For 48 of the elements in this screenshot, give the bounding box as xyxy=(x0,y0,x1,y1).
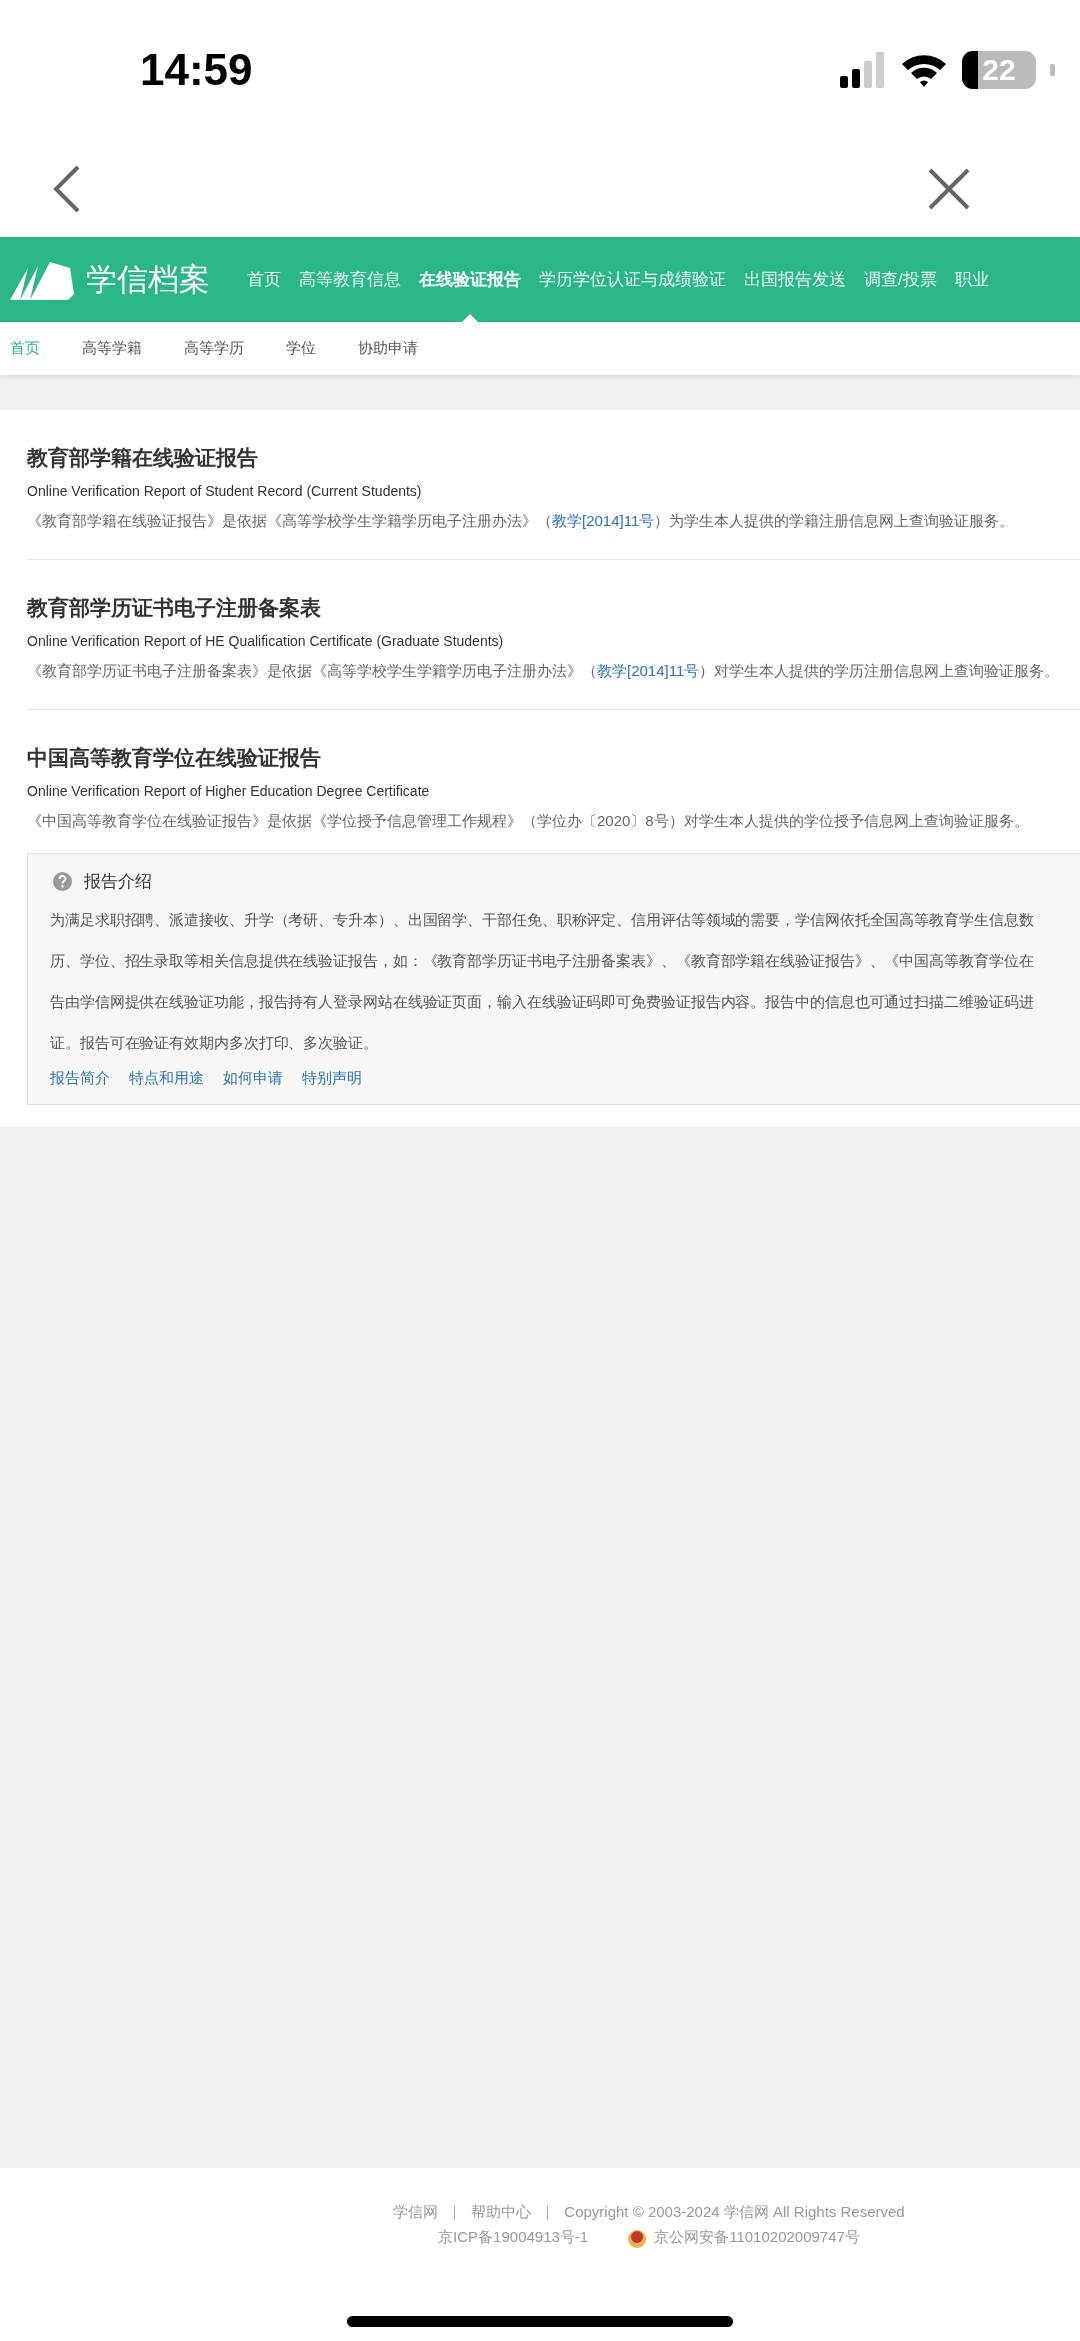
police-record-link[interactable]: 京公网安备11010202009747号 xyxy=(654,2228,860,2247)
sub-nav-tab[interactable]: 高等学历 xyxy=(184,339,244,358)
sub-nav-tab[interactable]: 学位 xyxy=(286,339,316,358)
nav-tab[interactable]: 学历学位认证与成绩验证 xyxy=(530,237,735,322)
report-subtitle: Online Verification Report of Student Record (Current Students) xyxy=(27,483,423,499)
report-title[interactable]: 中国高等教育学位在线验证报告 xyxy=(27,744,1080,772)
report-title[interactable]: 教育部学历证书电子注册备案表 xyxy=(27,594,1080,622)
footer-link[interactable]: 学信网 xyxy=(393,2203,439,2222)
help-icon xyxy=(53,872,72,891)
signal-icon xyxy=(840,52,886,88)
sub-nav-tab[interactable]: 高等学籍 xyxy=(82,339,142,358)
report-description: 《中国高等教育学位在线验证报告》是依据《学位授予信息管理工作规程》（学位办〔2020〕8号）对学生本人提供的学位授予信息网上查询验证服务。 xyxy=(27,812,1030,831)
intro-text-line: 为满足求职招聘、派遣接收、升学（考研、专升本）、出国留学、干部任免、职称评定、信用评估等领域的需要，学信网依托全国高等教育学生信息数 xyxy=(50,910,1035,930)
report-description: 《教育部学籍在线验证报告》是依据《高等学校学生学籍学历电子注册办法》（教学[2014]11号）为学生本人提供的学籍注册信息网上查询验证服务。 xyxy=(27,512,1016,531)
intro-link[interactable]: 如何申请 xyxy=(223,1069,283,1088)
nav-tab[interactable]: 高等教育信息 xyxy=(290,237,410,322)
close-icon[interactable] xyxy=(928,167,970,210)
intro-link[interactable]: 报告简介 xyxy=(50,1069,110,1088)
report-subtitle: Online Verification Report of HE Qualification Certificate (Graduate Students) xyxy=(27,633,505,649)
nav-tab[interactable]: 出国报告发送 xyxy=(735,237,855,322)
nav-tab[interactable]: 在线验证报告 xyxy=(410,237,530,322)
sub-nav-tab[interactable]: 首页 xyxy=(10,339,40,358)
wifi-icon xyxy=(900,52,948,88)
logo-icon xyxy=(10,259,74,300)
intro-title: 报告介绍 xyxy=(84,871,152,893)
back-icon[interactable] xyxy=(52,164,82,213)
nav-tab[interactable]: 首页 xyxy=(238,237,290,322)
report-description: 《教育部学历证书电子注册备案表》是依据《高等学校学生学籍学历电子注册办法》（教学[2014]11号）对学生本人提供的学历注册信息网上查询验证服务。 xyxy=(27,662,1061,681)
intro-link[interactable]: 特点和用途 xyxy=(129,1069,204,1088)
battery-cap-icon xyxy=(1050,64,1055,76)
copyright-text: Copyright © 2003-2024 学信网 All Rights Reserved xyxy=(564,2203,905,2222)
intro-text-line: 证。报告可在验证有效期内多次打印、多次验证。 xyxy=(50,1033,379,1053)
nav-tab[interactable]: 职业 xyxy=(945,237,998,322)
intro-link[interactable]: 特别声明 xyxy=(302,1069,362,1088)
sub-nav-tab[interactable]: 协助申请 xyxy=(358,339,418,358)
icp-link[interactable]: 京ICP备19004913号-1 xyxy=(438,2228,589,2247)
document-link[interactable]: 教学[2014]11号 xyxy=(597,662,700,679)
site-logo[interactable]: 学信档案 xyxy=(86,258,210,301)
battery-icon: 22 xyxy=(962,51,1036,89)
document-link[interactable]: 教学[2014]11号 xyxy=(552,512,655,529)
report-subtitle: Online Verification Report of Higher Education Degree Certificate xyxy=(27,783,431,799)
clock-time: 14:59 xyxy=(140,45,254,95)
nav-tab[interactable]: 调查/投票 xyxy=(855,237,946,322)
intro-text-line: 告由学信网提供在线验证功能，报告持有人登录网站在线验证页面，输入在线验证码即可免费验证报告内容。报告中的信息也可通过扫描二维验证码进 xyxy=(50,992,1035,1012)
intro-text-line: 历、学位、招生录取等相关信息提供在线验证报告，如：《教育部学历证书电子注册备案表》、《教育部学籍在线验证报告》、《中国高等教育学位在 xyxy=(50,951,1035,971)
report-title[interactable]: 教育部学籍在线验证报告 xyxy=(27,444,1080,472)
emblem-icon xyxy=(628,2227,647,2248)
footer-link[interactable]: 帮助中心 xyxy=(471,2203,532,2222)
